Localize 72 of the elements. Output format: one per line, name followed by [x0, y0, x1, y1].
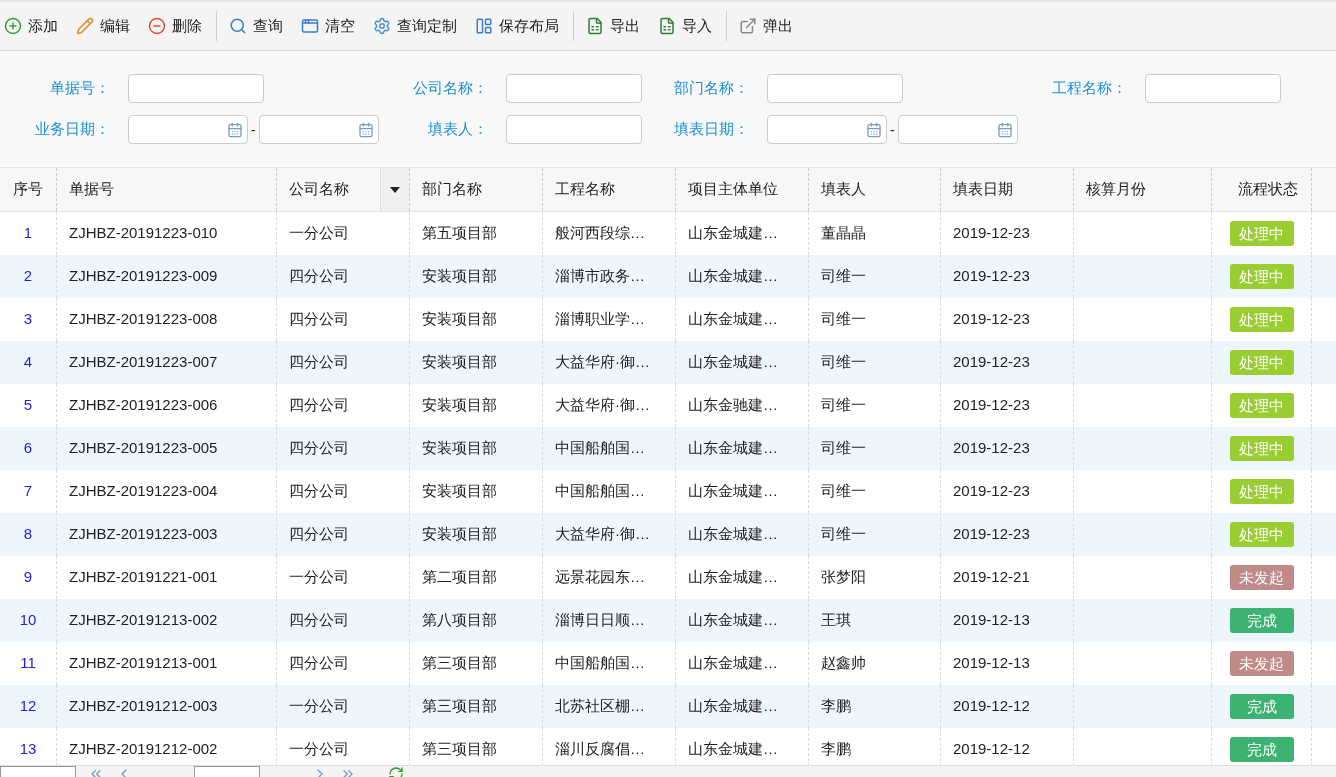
- column-header[interactable]: 序号: [0, 168, 57, 211]
- calendar-icon[interactable]: [866, 121, 882, 138]
- minus-circle-icon: [148, 17, 166, 35]
- status-badge: 未发起: [1229, 651, 1294, 676]
- column-header[interactable]: 工程名称: [543, 168, 676, 211]
- table-row[interactable]: 12 ZJHBZ-20191212-003 一分公司 第三项目部 北苏社区棚… 山东金城建… 李鹏 2019-12-12 完成: [0, 685, 1336, 728]
- column-header[interactable]: 部门名称: [410, 168, 543, 211]
- range-separator: -: [251, 120, 256, 140]
- field-label: 填表人：: [427, 119, 489, 140]
- input-field[interactable]: [1145, 74, 1281, 103]
- table-row[interactable]: 2 ZJHBZ-20191223-009 四分公司 安装项目部 淄博市政务… 山东金城建… 司维一 2019-12-23 处理中: [0, 255, 1336, 298]
- toolbar-button[interactable]: 导入: [658, 11, 712, 41]
- toolbar-button[interactable]: 编辑: [76, 11, 130, 41]
- date-field[interactable]: [128, 115, 248, 144]
- field-label: 部门名称：: [673, 78, 750, 99]
- status-badge: 未发起: [1229, 565, 1294, 590]
- date-field[interactable]: [258, 115, 379, 144]
- field-label: 填表日期：: [673, 119, 750, 140]
- status-badge: 处理中: [1229, 221, 1294, 246]
- input-field[interactable]: [506, 74, 642, 103]
- toolbar-button[interactable]: 保存布局: [475, 11, 559, 41]
- input-field[interactable]: [506, 115, 642, 144]
- column-header[interactable]: 填表日期: [941, 168, 1074, 211]
- field-label: 公司名称：: [412, 78, 489, 99]
- table-row[interactable]: 8 ZJHBZ-20191223-003 四分公司 安装项目部 大益华府·御… 山东金城建… 司维一 2019-12-23 处理中: [0, 513, 1336, 556]
- pencil-icon: [76, 17, 94, 35]
- column-header[interactable]: 核算月份: [1074, 168, 1212, 211]
- search-icon: [229, 17, 247, 35]
- layout-icon: [475, 17, 493, 35]
- calendar-icon[interactable]: [357, 121, 374, 138]
- input-field[interactable]: [767, 74, 903, 103]
- toolbar-button[interactable]: 查询: [229, 11, 283, 41]
- table-row[interactable]: 6 ZJHBZ-20191223-005 四分公司 安装项目部 中国船舶国… 山东金城建… 司维一 2019-12-23 处理中: [0, 427, 1336, 470]
- status-badge: 处理中: [1229, 393, 1294, 418]
- table-row[interactable]: 10 ZJHBZ-20191213-002 四分公司 第八项目部 淄博日日顺… 山东金城建… 王琪 2019-12-13 完成: [0, 599, 1336, 642]
- table-row[interactable]: 4 ZJHBZ-20191223-007 四分公司 安装项目部 大益华府·御… 山东金城建… 司维一 2019-12-23 处理中: [0, 341, 1336, 384]
- column-header[interactable]: 流程状态: [1212, 168, 1312, 211]
- status-badge: 完成: [1229, 608, 1294, 633]
- status-badge: 处理中: [1229, 307, 1294, 332]
- toolbar-button[interactable]: 清空: [301, 11, 355, 41]
- range-separator: -: [890, 120, 895, 140]
- external-link-icon: [739, 17, 757, 35]
- calendar-icon[interactable]: [227, 121, 243, 138]
- date-field[interactable]: [767, 115, 887, 144]
- status-badge: 完成: [1229, 694, 1294, 719]
- field-label: 工程名称：: [1051, 78, 1128, 99]
- column-header[interactable]: 单据号: [57, 168, 277, 211]
- column-header[interactable]: 项目主体单位: [676, 168, 809, 211]
- status-badge: 处理中: [1229, 350, 1294, 375]
- column-header[interactable]: 公司名称: [277, 168, 410, 211]
- column-header[interactable]: 填表人: [809, 168, 941, 211]
- calendar-icon[interactable]: [996, 121, 1013, 138]
- toolbar-button[interactable]: 删除: [148, 11, 202, 41]
- status-badge: 完成: [1229, 737, 1294, 762]
- plus-circle-icon: [4, 17, 22, 35]
- status-badge: 处理中: [1229, 479, 1294, 504]
- status-badge: 处理中: [1229, 264, 1294, 289]
- toolbar-button[interactable]: 添加: [4, 11, 58, 41]
- toolbar-button[interactable]: 查询定制: [373, 11, 457, 41]
- input-field[interactable]: [128, 74, 264, 103]
- date-field[interactable]: [897, 115, 1018, 144]
- caret-icon[interactable]: [380, 168, 409, 211]
- spreadsheet-icon: [658, 17, 676, 35]
- field-label: 业务日期：: [34, 119, 111, 140]
- window-icon: [301, 17, 319, 35]
- toolbar-button[interactable]: 导出: [586, 11, 640, 41]
- status-badge: 处理中: [1229, 522, 1294, 547]
- toolbar-button[interactable]: 弹出: [739, 11, 793, 41]
- settings-icon: [373, 17, 391, 35]
- status-badge: 处理中: [1229, 436, 1294, 461]
- spreadsheet-icon: [586, 17, 604, 35]
- field-label: 单据号：: [49, 78, 111, 99]
